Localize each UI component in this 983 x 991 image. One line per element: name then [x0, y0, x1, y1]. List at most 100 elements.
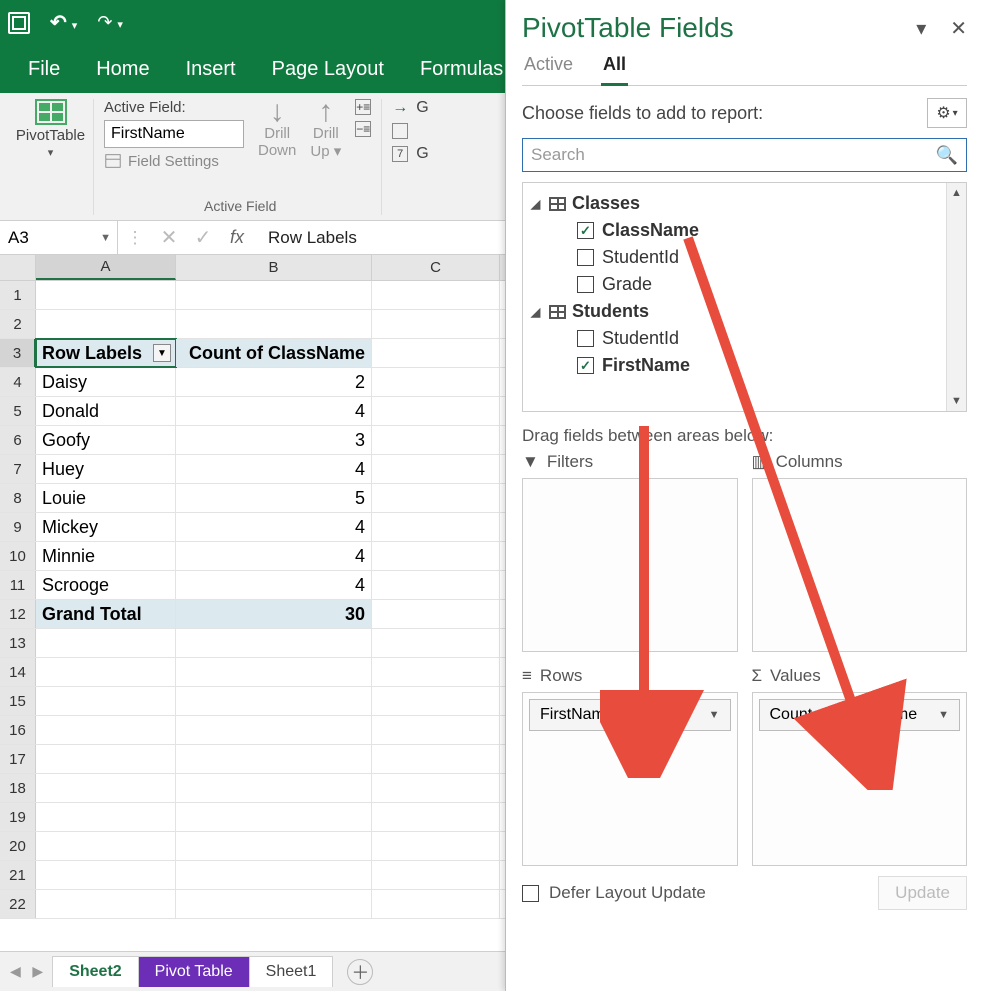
- scroll-down-icon[interactable]: ▼: [947, 391, 966, 411]
- filter-dropdown-icon[interactable]: ▼: [153, 344, 171, 362]
- cell-b[interactable]: 4: [176, 455, 372, 483]
- cell-b[interactable]: [176, 629, 372, 657]
- cell-a[interactable]: [36, 716, 176, 744]
- cell-c[interactable]: [372, 368, 500, 396]
- row-header[interactable]: 8: [0, 484, 36, 512]
- field-studentid[interactable]: StudentId: [577, 247, 958, 268]
- add-sheet-button[interactable]: ＋: [347, 959, 373, 985]
- expand-button[interactable]: +≡: [355, 99, 371, 115]
- cell-c[interactable]: [372, 455, 500, 483]
- cell-a[interactable]: [36, 658, 176, 686]
- row-header[interactable]: 7: [0, 455, 36, 483]
- misc-1[interactable]: →G: [392, 99, 428, 117]
- row-header[interactable]: 2: [0, 310, 36, 338]
- cancel-icon[interactable]: ✕: [152, 225, 186, 250]
- cell-c[interactable]: [372, 310, 500, 338]
- col-header-c[interactable]: C: [372, 255, 500, 280]
- filters-box[interactable]: [522, 478, 738, 652]
- cell-a[interactable]: Donald: [36, 397, 176, 425]
- row-header[interactable]: 19: [0, 803, 36, 831]
- cell-b[interactable]: 30: [176, 600, 372, 628]
- row-header[interactable]: 5: [0, 397, 36, 425]
- row-header[interactable]: 12: [0, 600, 36, 628]
- col-header-b[interactable]: B: [176, 255, 372, 280]
- cell-a[interactable]: [36, 745, 176, 773]
- cell-c[interactable]: [372, 658, 500, 686]
- cell-b[interactable]: [176, 687, 372, 715]
- values-item[interactable]: Count of ClassName▼: [759, 699, 961, 731]
- cell-c[interactable]: [372, 687, 500, 715]
- cell-a[interactable]: [36, 803, 176, 831]
- pane-tab-all[interactable]: All: [601, 50, 628, 86]
- row-header[interactable]: 10: [0, 542, 36, 570]
- update-button[interactable]: Update: [878, 876, 967, 910]
- fx-icon[interactable]: fx: [220, 227, 254, 248]
- cell-b[interactable]: [176, 310, 372, 338]
- checkbox[interactable]: [577, 276, 594, 293]
- row-header[interactable]: 1: [0, 281, 36, 309]
- cell-a[interactable]: [36, 774, 176, 802]
- checkbox[interactable]: [577, 330, 594, 347]
- scroll-up-icon[interactable]: ▲: [947, 183, 966, 203]
- cell-b[interactable]: [176, 281, 372, 309]
- cell-b[interactable]: [176, 658, 372, 686]
- save-icon[interactable]: [8, 12, 30, 34]
- cell-c[interactable]: [372, 600, 500, 628]
- cell-c[interactable]: [372, 281, 500, 309]
- cell-c[interactable]: [372, 861, 500, 889]
- dropdown-icon[interactable]: ▾: [916, 16, 926, 41]
- row-header[interactable]: 22: [0, 890, 36, 918]
- cell-a[interactable]: [36, 687, 176, 715]
- row-header[interactable]: 13: [0, 629, 36, 657]
- pane-tab-active[interactable]: Active: [522, 50, 575, 85]
- cell-a[interactable]: [36, 890, 176, 918]
- values-box[interactable]: Count of ClassName▼: [752, 692, 968, 866]
- field-settings-button[interactable]: Field Settings: [104, 152, 244, 170]
- cell-c[interactable]: [372, 803, 500, 831]
- row-header[interactable]: 16: [0, 716, 36, 744]
- cell-c[interactable]: [372, 745, 500, 773]
- cell-b[interactable]: [176, 832, 372, 860]
- row-header[interactable]: 21: [0, 861, 36, 889]
- cell-c[interactable]: [372, 774, 500, 802]
- close-icon[interactable]: ✕: [950, 16, 967, 41]
- cell-a[interactable]: Daisy: [36, 368, 176, 396]
- cell-a[interactable]: [36, 861, 176, 889]
- cell-b[interactable]: [176, 745, 372, 773]
- vdots-icon[interactable]: ⋮: [118, 228, 152, 248]
- tab-page-layout[interactable]: Page Layout: [254, 45, 402, 93]
- pivottable-button[interactable]: PivotTable ▾: [16, 99, 85, 159]
- search-input[interactable]: Search 🔍: [522, 138, 967, 172]
- cell-b[interactable]: 2: [176, 368, 372, 396]
- table-students[interactable]: ◢Students: [531, 301, 958, 322]
- cell-a[interactable]: [36, 629, 176, 657]
- cell-a[interactable]: Huey: [36, 455, 176, 483]
- cell-a[interactable]: Minnie: [36, 542, 176, 570]
- cell-a[interactable]: Row Labels▼: [36, 339, 176, 367]
- sheet-tab-sheet1[interactable]: Sheet1: [249, 956, 334, 987]
- select-all-corner[interactable]: [0, 255, 36, 280]
- sheet-nav[interactable]: ◀ ▶: [0, 963, 53, 980]
- cell-b[interactable]: [176, 890, 372, 918]
- cell-a[interactable]: [36, 832, 176, 860]
- cell-a[interactable]: Goofy: [36, 426, 176, 454]
- cell-c[interactable]: [372, 513, 500, 541]
- collapse-button[interactable]: −≡: [355, 121, 371, 137]
- col-header-a[interactable]: A: [36, 255, 176, 280]
- field-grade[interactable]: Grade: [577, 274, 958, 295]
- cell-a[interactable]: Scrooge: [36, 571, 176, 599]
- cell-c[interactable]: [372, 484, 500, 512]
- cell-a[interactable]: [36, 310, 176, 338]
- misc-3[interactable]: 7G: [392, 145, 428, 163]
- cell-c[interactable]: [372, 716, 500, 744]
- row-header[interactable]: 18: [0, 774, 36, 802]
- row-header[interactable]: 6: [0, 426, 36, 454]
- cell-c[interactable]: [372, 542, 500, 570]
- cell-b[interactable]: [176, 716, 372, 744]
- rows-item[interactable]: FirstName▼: [529, 699, 731, 731]
- cell-b[interactable]: [176, 774, 372, 802]
- cell-c[interactable]: [372, 629, 500, 657]
- drill-up-button[interactable]: ↑ DrillUp ▾: [310, 99, 341, 160]
- row-header[interactable]: 20: [0, 832, 36, 860]
- cell-c[interactable]: [372, 426, 500, 454]
